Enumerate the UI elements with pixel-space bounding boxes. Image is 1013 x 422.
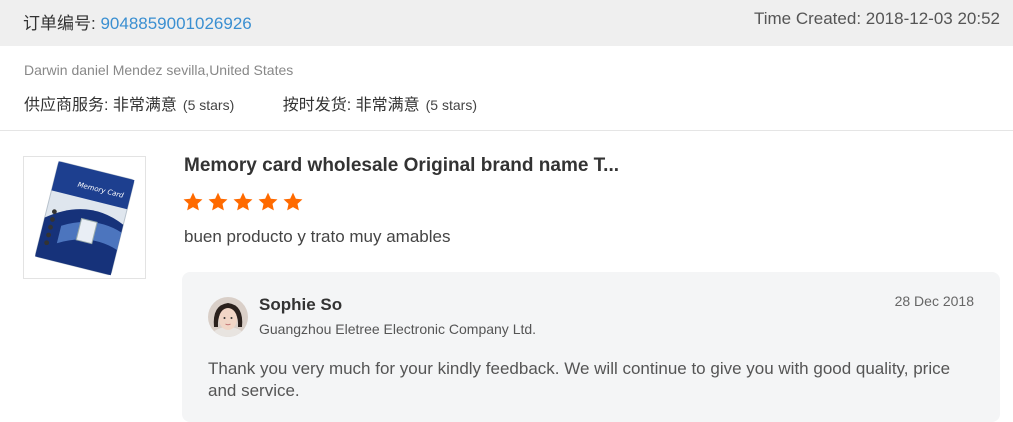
star-icon <box>258 192 278 211</box>
order-number-row: 订单编号: 9048859001026926 <box>23 9 252 34</box>
star-icon <box>233 192 253 211</box>
rating-stars-text: (5 stars) <box>182 97 235 113</box>
review-text: buen producto y trato muy amables <box>184 227 451 246</box>
order-number-link[interactable]: 9048859001026926 <box>100 14 251 33</box>
avatar <box>208 297 248 337</box>
reply-date: 28 Dec 2018 <box>894 293 974 309</box>
rating-label: 供应商服务: <box>24 97 113 114</box>
seller-company: Guangzhou Eletree Electronic Company Ltd… <box>259 321 537 337</box>
seller-reply: Sophie So Guangzhou Eletree Electronic C… <box>182 272 1000 422</box>
star-icon <box>183 192 203 211</box>
reply-text: Thank you very much for your kindly feed… <box>208 359 951 400</box>
seller-ratings: 供应商服务: 非常满意 (5 stars) 按时发货: 非常满意 (5 stars) <box>24 91 521 115</box>
rating-value: 非常满意 <box>355 97 420 114</box>
seller-name: Sophie So <box>259 295 343 314</box>
star-icon <box>208 192 228 211</box>
rating-label: 按时发货: <box>282 97 356 114</box>
rating-stars-text: (5 stars) <box>425 97 477 113</box>
buyer-info: Darwin daniel Mendez sevilla,United Stat… <box>24 62 294 78</box>
order-number-label: 订单编号: <box>23 14 101 33</box>
time-created: Time Created: 2018-12-03 20:52 <box>753 9 1000 28</box>
avatar-image <box>208 297 248 337</box>
review-star-rating <box>182 191 307 218</box>
product-thumbnail[interactable]: Memory Card <box>23 156 146 279</box>
product-title-link[interactable]: Memory card wholesale Original brand nam… <box>184 155 619 177</box>
divider <box>0 130 1013 131</box>
rating-on-time-delivery: 按时发货: 非常满意 (5 stars) <box>283 91 477 115</box>
memory-card-image: Memory Card <box>24 157 145 278</box>
rating-supplier-service: 供应商服务: 非常满意 (5 stars) <box>24 91 234 115</box>
order-header: 订单编号: 9048859001026926 Time Created: 201… <box>0 0 1013 46</box>
star-icon <box>283 192 303 211</box>
rating-value: 非常满意 <box>112 97 177 114</box>
